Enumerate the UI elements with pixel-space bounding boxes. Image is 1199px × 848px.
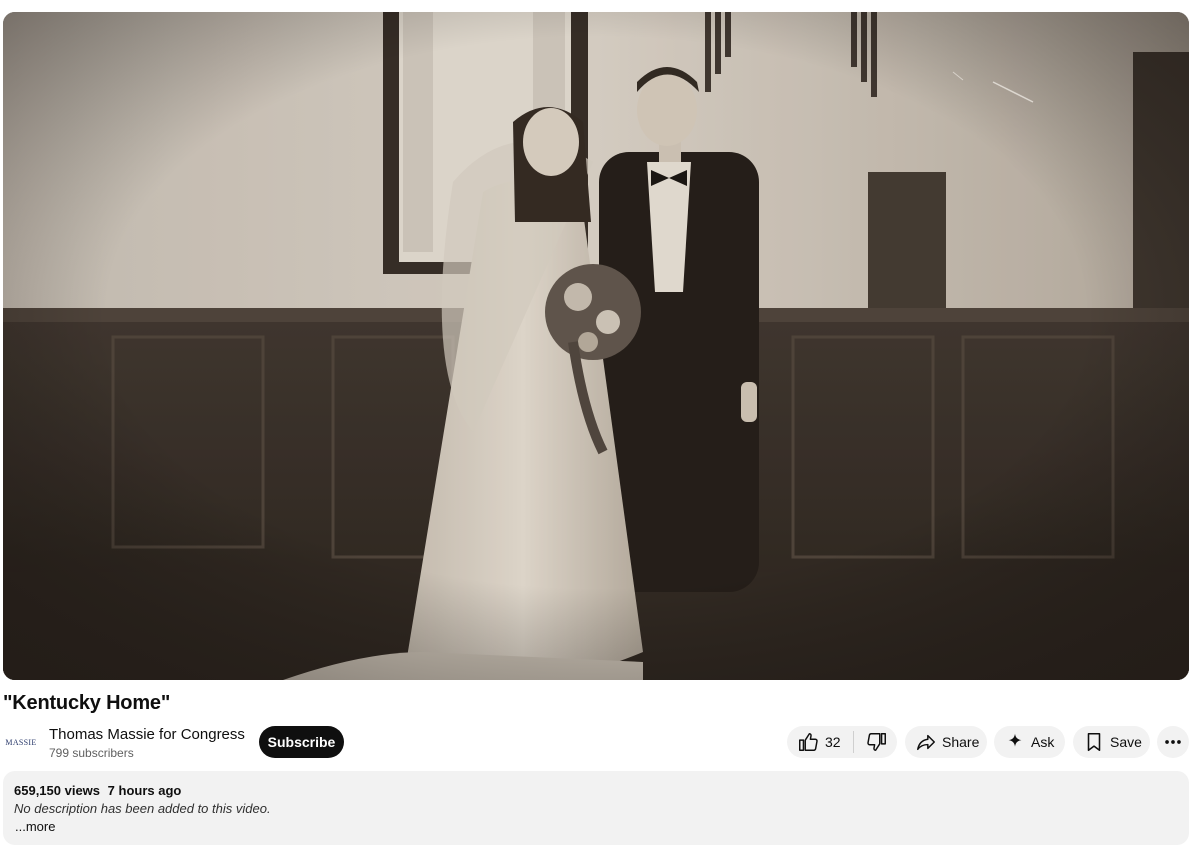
more-actions-button[interactable] <box>1157 726 1189 758</box>
share-arrow-icon <box>917 734 935 751</box>
like-count: 32 <box>825 734 841 750</box>
sparkle-icon <box>1008 733 1022 747</box>
description-meta: 659,150 views 7 hours ago <box>14 783 181 799</box>
description-box[interactable]: 659,150 views 7 hours ago No description… <box>3 771 1189 845</box>
upload-age: 7 hours ago <box>107 783 182 798</box>
channel-name[interactable]: Thomas Massie for Congress <box>49 725 245 745</box>
save-label: Save <box>1110 734 1142 750</box>
ask-label: Ask <box>1031 734 1055 750</box>
description-more-link[interactable]: ...more <box>15 819 55 835</box>
thumbs-down-icon <box>866 733 886 751</box>
bookmark-icon <box>1087 732 1101 752</box>
share-button[interactable]: Share <box>905 726 987 758</box>
share-label: Share <box>942 734 980 750</box>
subscribe-button[interactable]: Subscribe <box>259 726 344 758</box>
owner-row: MASSIE Thomas Massie for Congress 799 su… <box>3 722 1189 762</box>
thumbs-up-icon <box>799 733 818 751</box>
subscriber-count: 799 subscribers <box>49 746 134 760</box>
like-dislike-group: 32 <box>787 726 897 758</box>
video-title: "Kentucky Home" <box>3 692 171 714</box>
save-button[interactable]: Save <box>1073 726 1150 758</box>
dislike-button[interactable] <box>854 726 888 758</box>
like-button[interactable]: 32 <box>787 726 841 758</box>
massie-logo-icon: MASSIE <box>5 738 36 747</box>
watch-page: "Kentucky Home" MASSIE Thomas Massie for… <box>0 0 1199 848</box>
svg-text:MASSIE: MASSIE <box>5 738 36 747</box>
view-count: 659,150 views <box>14 783 101 798</box>
video-frame <box>3 12 1189 680</box>
more-horizontal-icon <box>1165 740 1181 744</box>
description-text: No description has been added to this vi… <box>14 801 271 816</box>
video-player[interactable] <box>3 12 1189 680</box>
ask-button[interactable]: Ask <box>994 726 1065 758</box>
channel-avatar[interactable]: MASSIE <box>3 726 39 758</box>
